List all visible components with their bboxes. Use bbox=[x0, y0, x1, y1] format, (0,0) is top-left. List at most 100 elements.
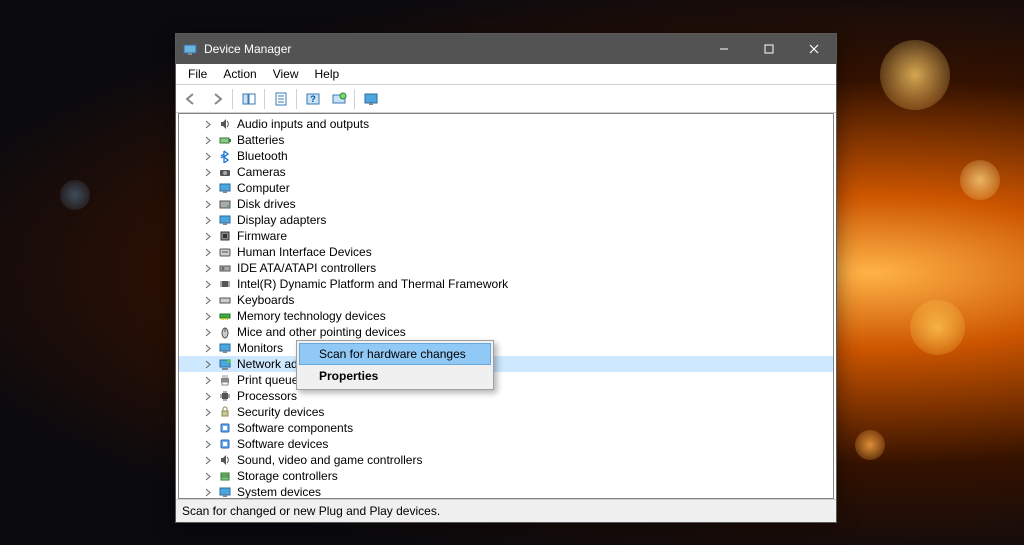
display-icon bbox=[217, 212, 233, 228]
tree-item-firmware[interactable]: Firmware bbox=[179, 228, 833, 244]
tree-item-soft[interactable]: Software devices bbox=[179, 436, 833, 452]
tree-item-label: Batteries bbox=[237, 133, 284, 147]
cpu-icon bbox=[217, 388, 233, 404]
tree-item-label: Audio inputs and outputs bbox=[237, 117, 369, 131]
security-icon bbox=[217, 404, 233, 420]
tree-item-label: Firmware bbox=[237, 229, 287, 243]
menu-file[interactable]: File bbox=[180, 65, 215, 83]
expander-icon[interactable] bbox=[203, 359, 214, 370]
tree-item-printer[interactable]: Print queues bbox=[179, 372, 833, 388]
tree-item-label: Monitors bbox=[237, 341, 283, 355]
expander-icon[interactable] bbox=[203, 295, 214, 306]
computer-icon bbox=[217, 180, 233, 196]
tree-item-system[interactable]: System devices bbox=[179, 484, 833, 498]
expander-icon[interactable] bbox=[203, 151, 214, 162]
menu-view[interactable]: View bbox=[265, 65, 307, 83]
expander-icon[interactable] bbox=[203, 215, 214, 226]
disk-icon bbox=[217, 196, 233, 212]
expander-icon[interactable] bbox=[203, 279, 214, 290]
tree-item-mouse[interactable]: Mice and other pointing devices bbox=[179, 324, 833, 340]
printer-icon bbox=[217, 372, 233, 388]
expander-icon[interactable] bbox=[203, 391, 214, 402]
tree-item-label: Mice and other pointing devices bbox=[237, 325, 406, 339]
maximize-button[interactable] bbox=[746, 34, 791, 64]
expander-icon[interactable] bbox=[203, 375, 214, 386]
context-scan-hardware[interactable]: Scan for hardware changes bbox=[299, 343, 491, 365]
tree-item-label: System devices bbox=[237, 485, 321, 498]
expander-icon[interactable] bbox=[203, 327, 214, 338]
expander-icon[interactable] bbox=[203, 247, 214, 258]
close-button[interactable] bbox=[791, 34, 836, 64]
tree-item-label: Processors bbox=[237, 389, 297, 403]
expander-icon[interactable] bbox=[203, 423, 214, 434]
content-area: Audio inputs and outputs BatteriesBluetoo… bbox=[178, 113, 834, 499]
menubar: File Action View Help bbox=[176, 64, 836, 85]
bluetooth-icon bbox=[217, 148, 233, 164]
minimize-button[interactable] bbox=[701, 34, 746, 64]
network-icon bbox=[217, 356, 233, 372]
titlebar[interactable]: Device Manager bbox=[176, 34, 836, 64]
expander-icon[interactable] bbox=[203, 439, 214, 450]
expander-icon[interactable] bbox=[203, 167, 214, 178]
tree-item-audio[interactable]: Audio inputs and outputs bbox=[179, 116, 833, 132]
tree-item-cpu[interactable]: Processors bbox=[179, 388, 833, 404]
tree-item-security[interactable]: Security devices bbox=[179, 404, 833, 420]
window-title: Device Manager bbox=[204, 42, 701, 56]
tree-item-network[interactable]: Network adapt bbox=[179, 356, 833, 372]
tree-item-monitor[interactable]: Monitors bbox=[179, 340, 833, 356]
expander-icon[interactable] bbox=[203, 263, 214, 274]
context-menu: Scan for hardware changes Properties bbox=[296, 340, 494, 390]
svg-text:?: ? bbox=[310, 94, 316, 104]
menu-action[interactable]: Action bbox=[215, 65, 264, 83]
expander-icon[interactable] bbox=[203, 455, 214, 466]
tree-item-storage[interactable]: Storage controllers bbox=[179, 468, 833, 484]
mouse-icon bbox=[217, 324, 233, 340]
expander-icon[interactable] bbox=[203, 135, 214, 146]
tree-item-disk[interactable]: Disk drives bbox=[179, 196, 833, 212]
help-toolbar-button[interactable]: ? bbox=[300, 86, 325, 111]
audio-icon bbox=[217, 116, 233, 132]
expander-icon[interactable] bbox=[203, 471, 214, 482]
tree-item-ide[interactable]: IDE ATA/ATAPI controllers bbox=[179, 260, 833, 276]
tree-item-label: Human Interface Devices bbox=[237, 245, 372, 259]
tree-item-computer[interactable]: Computer bbox=[179, 180, 833, 196]
tree-item-label: Display adapters bbox=[237, 213, 326, 227]
statusbar: Scan for changed or new Plug and Play de… bbox=[176, 499, 836, 522]
expander-icon[interactable] bbox=[203, 199, 214, 210]
tree-item-camera[interactable]: Cameras bbox=[179, 164, 833, 180]
expander-icon[interactable] bbox=[203, 343, 214, 354]
sound-icon bbox=[217, 452, 233, 468]
tree-item-sound[interactable]: Sound, video and game controllers bbox=[179, 452, 833, 468]
tree-item-hid[interactable]: Human Interface Devices bbox=[179, 244, 833, 260]
tree-item-chip[interactable]: Intel(R) Dynamic Platform and Thermal Fr… bbox=[179, 276, 833, 292]
back-button[interactable] bbox=[178, 86, 203, 111]
expander-icon[interactable] bbox=[203, 119, 214, 130]
tree-item-label: Cameras bbox=[237, 165, 286, 179]
device-tree[interactable]: Audio inputs and outputs BatteriesBluetoo… bbox=[179, 114, 833, 498]
menu-help[interactable]: Help bbox=[307, 65, 348, 83]
tree-item-battery[interactable]: Batteries bbox=[179, 132, 833, 148]
context-properties[interactable]: Properties bbox=[299, 365, 491, 387]
expander-icon[interactable] bbox=[203, 487, 214, 498]
tree-item-memory[interactable]: Memory technology devices bbox=[179, 308, 833, 324]
keyboard-icon bbox=[217, 292, 233, 308]
tree-item-display[interactable]: Display adapters bbox=[179, 212, 833, 228]
expander-icon[interactable] bbox=[203, 311, 214, 322]
tree-item-label: Software devices bbox=[237, 437, 328, 451]
tree-item-label: IDE ATA/ATAPI controllers bbox=[237, 261, 376, 275]
forward-button[interactable] bbox=[204, 86, 229, 111]
memory-icon bbox=[217, 308, 233, 324]
expander-icon[interactable] bbox=[203, 183, 214, 194]
tree-item-label: Print queues bbox=[237, 373, 304, 387]
properties-toolbar-button[interactable] bbox=[268, 86, 293, 111]
show-hide-console-button[interactable] bbox=[236, 86, 261, 111]
monitor-toolbar-button[interactable] bbox=[358, 86, 383, 111]
tree-item-keyboard[interactable]: Keyboards bbox=[179, 292, 833, 308]
expander-icon[interactable] bbox=[203, 231, 214, 242]
tree-item-label: Intel(R) Dynamic Platform and Thermal Fr… bbox=[237, 277, 508, 291]
tree-item-label: Sound, video and game controllers bbox=[237, 453, 422, 467]
tree-item-soft[interactable]: Software components bbox=[179, 420, 833, 436]
expander-icon[interactable] bbox=[203, 407, 214, 418]
scan-hardware-toolbar-button[interactable] bbox=[326, 86, 351, 111]
tree-item-bluetooth[interactable]: Bluetooth bbox=[179, 148, 833, 164]
